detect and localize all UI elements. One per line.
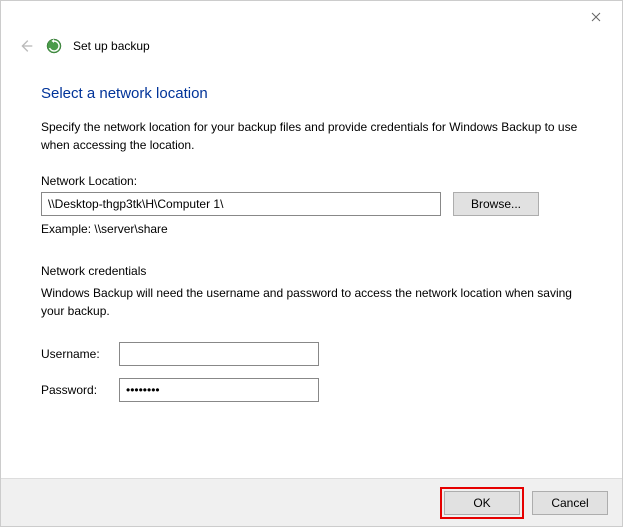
- password-input[interactable]: [119, 378, 319, 402]
- network-location-example: Example: \\server\share: [41, 222, 582, 236]
- close-button[interactable]: [576, 5, 616, 29]
- content-area: Select a network location Specify the ne…: [1, 65, 622, 402]
- ok-highlight: OK: [440, 487, 524, 519]
- back-arrow-icon: [17, 37, 35, 55]
- back-button[interactable]: [17, 37, 35, 55]
- page-heading: Select a network location: [41, 85, 582, 102]
- dialog-title: Set up backup: [73, 39, 150, 53]
- header-row: Set up backup: [1, 31, 622, 65]
- username-label: Username:: [41, 347, 119, 361]
- dialog-footer: OK Cancel: [1, 478, 622, 526]
- credentials-description: Windows Backup will need the username an…: [41, 284, 582, 320]
- page-description: Specify the network location for your ba…: [41, 118, 582, 154]
- network-location-input[interactable]: [41, 192, 441, 216]
- title-bar: [1, 1, 622, 31]
- username-input[interactable]: [119, 342, 319, 366]
- cancel-button[interactable]: Cancel: [532, 491, 608, 515]
- credentials-section-label: Network credentials: [41, 264, 582, 278]
- backup-icon: [45, 37, 63, 55]
- password-label: Password:: [41, 383, 119, 397]
- ok-button[interactable]: OK: [444, 491, 520, 515]
- browse-button[interactable]: Browse...: [453, 192, 539, 216]
- network-location-label: Network Location:: [41, 174, 582, 188]
- close-icon: [591, 12, 601, 22]
